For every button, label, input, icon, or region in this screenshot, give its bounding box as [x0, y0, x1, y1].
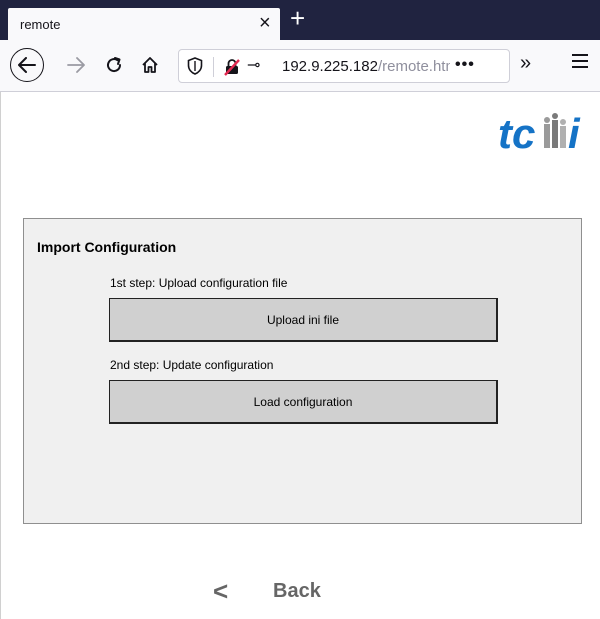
hamburger-menu-icon[interactable] [572, 54, 588, 72]
home-icon[interactable] [134, 49, 166, 81]
logo-figure-icon [544, 113, 566, 148]
load-configuration-button[interactable]: Load configuration [109, 380, 498, 424]
reload-icon[interactable] [98, 49, 130, 81]
upload-ini-file-button[interactable]: Upload ini file [109, 298, 498, 342]
forward-arrow-icon[interactable] [60, 49, 92, 81]
back-link[interactable]: < Back [213, 578, 321, 604]
address-bar[interactable]: ⊸ 192.9.225.182/remote.htm ••• [178, 49, 510, 83]
logo-text-start: tc [498, 110, 535, 156]
key-icon[interactable]: ⊸ [247, 55, 260, 75]
tracking-shield-icon[interactable] [187, 57, 203, 80]
page-actions-icon[interactable]: ••• [455, 56, 475, 74]
tab-title: remote [20, 17, 61, 32]
tab-close-icon[interactable]: × [259, 12, 271, 34]
logo-text-end: i [568, 110, 581, 156]
step2-label: 2nd step: Update configuration [110, 358, 274, 372]
page-content: tc i Import Configuration 1st step: Uplo… [0, 92, 600, 619]
overflow-menu-icon[interactable]: » [520, 52, 531, 75]
url-text[interactable]: 192.9.225.182/remote.htm [282, 58, 450, 75]
url-path: /remote.htm [377, 58, 450, 75]
url-separator [213, 57, 214, 77]
new-tab-icon[interactable]: + [290, 5, 305, 31]
back-label: Back [273, 579, 321, 602]
insecure-lock-icon[interactable] [223, 58, 241, 81]
step1-label: 1st step: Upload configuration file [110, 276, 288, 290]
chevron-left-icon: < [213, 576, 229, 606]
import-configuration-panel: Import Configuration 1st step: Upload co… [23, 218, 582, 524]
browser-tab[interactable]: remote × [8, 8, 280, 40]
browser-tab-strip: remote × + [0, 0, 600, 40]
back-arrow-icon[interactable] [10, 48, 44, 82]
panel-title: Import Configuration [37, 239, 177, 255]
tci-logo: tc i [498, 110, 584, 157]
url-host: 192.9.225.182 [282, 58, 378, 75]
browser-nav-bar: ⊸ 192.9.225.182/remote.htm ••• » [0, 40, 600, 92]
